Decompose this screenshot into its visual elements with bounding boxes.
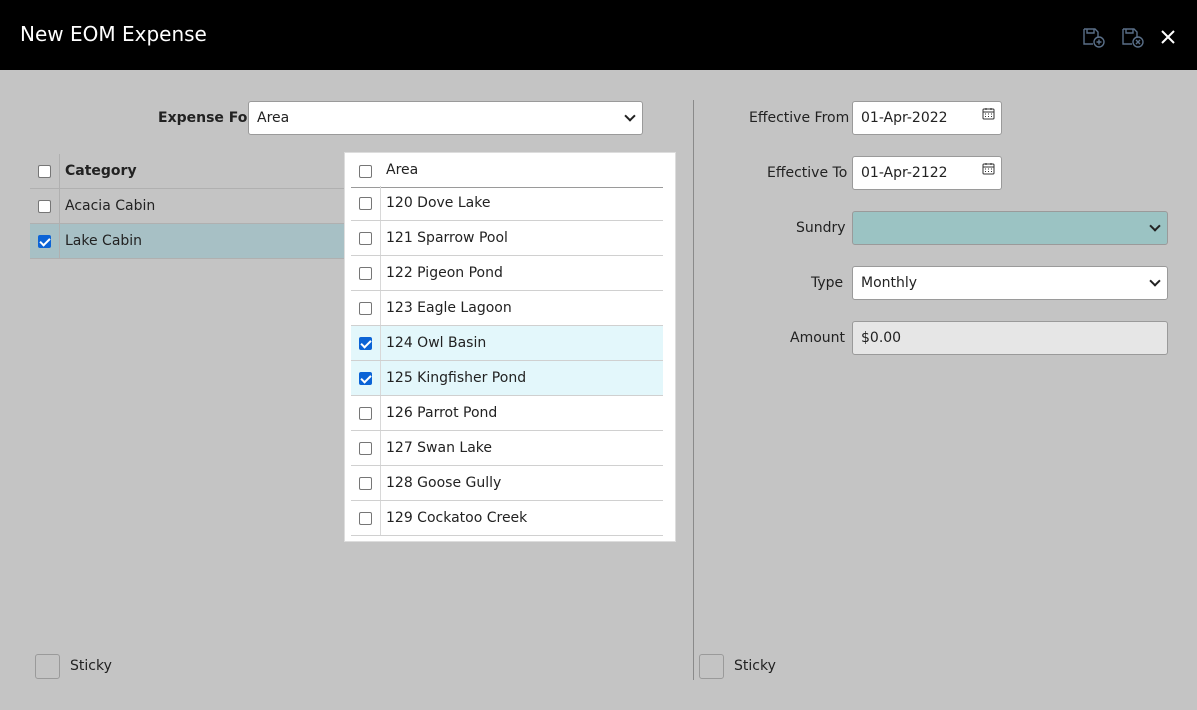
save-close-icon [1122,28,1144,48]
area-checkbox[interactable] [359,337,372,350]
sticky-label-left: Sticky [70,658,112,674]
save-and-new-button[interactable] [1082,26,1106,48]
category-checkbox[interactable] [38,200,51,213]
area-label: 122 Pigeon Pond [386,265,503,281]
title-bar: New EOM Expense [0,0,1197,70]
area-checkbox[interactable] [359,442,372,455]
area-checkbox[interactable] [359,407,372,420]
area-checkbox[interactable] [359,302,372,315]
expense-for-select[interactable]: Area [248,101,643,135]
chevron-down-icon [1149,275,1161,287]
category-column-header: Category [65,163,137,179]
window-title: New EOM Expense [20,22,207,46]
table-header-row: Category [30,154,350,189]
list-item[interactable]: 120 Dove Lake [351,186,663,221]
area-checkbox[interactable] [359,267,372,280]
area-label: 120 Dove Lake [386,195,491,211]
save-add-icon [1083,28,1105,48]
area-label: 123 Eagle Lagoon [386,300,512,316]
chevron-down-icon [624,110,636,122]
close-icon [1161,30,1175,44]
area-label: 127 Swan Lake [386,440,493,456]
select-all-areas-checkbox[interactable] [359,165,372,178]
sundry-label: Sundry [796,220,846,236]
type-value: Monthly [861,275,918,291]
list-item[interactable]: 127 Swan Lake [351,431,663,466]
category-checkbox[interactable] [38,235,51,248]
list-item[interactable]: 129 Cockatoo Creek [351,501,663,536]
area-checkbox[interactable] [359,512,372,525]
list-item[interactable]: 122 Pigeon Pond [351,256,663,291]
expense-for-label: Expense For [158,110,255,126]
amount-label: Amount [790,330,846,346]
list-item[interactable]: 123 Eagle Lagoon [351,291,663,326]
list-item[interactable]: 128 Goose Gully [351,466,663,501]
amount-field[interactable]: $0.00 [852,321,1168,355]
effective-to-value: 01-Apr-2122 [861,165,948,181]
area-label: 129 Cockatoo Creek [386,510,528,526]
area-checkbox[interactable] [359,197,372,210]
area-checkbox[interactable] [359,477,372,490]
effective-to-field[interactable]: 01-Apr-2122 [852,156,1002,190]
list-item[interactable]: 121 Sparrow Pool [351,221,663,256]
panel-divider [693,100,694,680]
area-checkbox[interactable] [359,372,372,385]
effective-from-field[interactable]: 01-Apr-2022 [852,101,1002,135]
list-item[interactable]: 124 Owl Basin [351,326,663,361]
effective-from-label: Effective From [749,110,850,126]
calendar-icon[interactable] [982,162,995,175]
area-label: 125 Kingfisher Pond [386,370,527,386]
area-label: 121 Sparrow Pool [386,230,508,246]
expense-for-value: Area [257,110,290,126]
sticky-checkbox-left[interactable] [35,654,60,679]
list-item[interactable]: 125 Kingfisher Pond [351,361,663,396]
sundry-select[interactable] [852,211,1168,245]
list-item[interactable]: 126 Parrot Pond [351,396,663,431]
area-label: 124 Owl Basin [386,335,487,351]
table-row[interactable]: Acacia Cabin [30,189,350,224]
sticky-checkbox-right[interactable] [699,654,724,679]
area-label: 126 Parrot Pond [386,405,498,421]
category-label: Lake Cabin [65,233,143,249]
table-row[interactable]: Lake Cabin [30,224,350,259]
effective-to-label: Effective To [767,165,848,181]
type-select[interactable]: Monthly [852,266,1168,300]
area-checkbox[interactable] [359,232,372,245]
chevron-down-icon [1149,220,1161,232]
close-button[interactable] [1159,28,1177,46]
category-label: Acacia Cabin [65,198,156,214]
calendar-icon[interactable] [982,107,995,120]
save-and-close-button[interactable] [1121,26,1145,48]
type-label: Type [811,275,844,291]
area-column-header: Area [386,162,419,178]
area-label: 128 Goose Gully [386,475,502,491]
area-dropdown-popup: Area 120 Dove Lake 121 Sparrow Pool 122 … [345,153,675,541]
select-all-categories-checkbox[interactable] [38,165,51,178]
effective-from-value: 01-Apr-2022 [861,110,948,126]
amount-value: $0.00 [861,330,902,346]
table-header-row: Area [351,153,663,188]
sticky-label-right: Sticky [734,658,776,674]
